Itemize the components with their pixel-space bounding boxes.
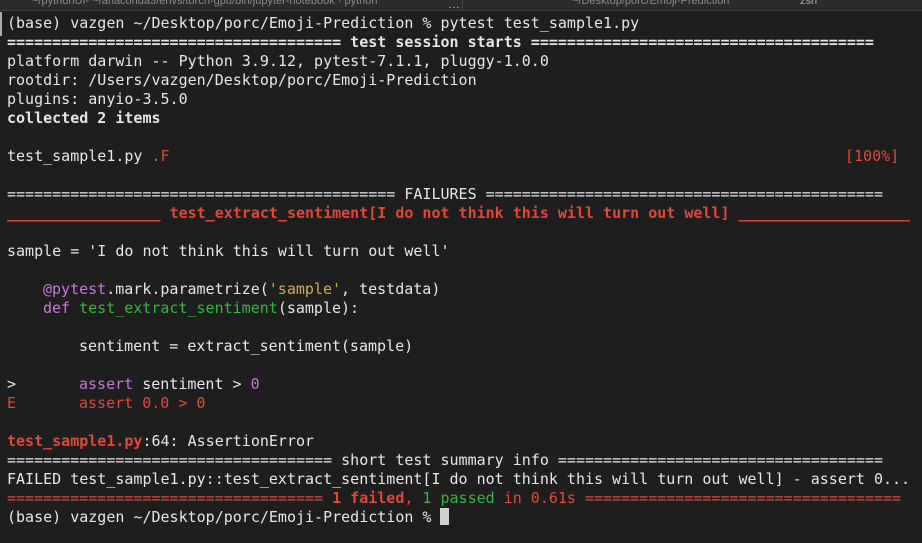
prompt: (base) vazgen ~/Desktop/porc/Emoji-Predi…	[7, 508, 441, 526]
separator: =====================================	[7, 33, 351, 51]
command: pytest test_sample1.py	[440, 14, 640, 32]
decorator-string: 'sample'	[268, 280, 342, 298]
assert-number: 0	[250, 375, 260, 393]
error-marker: E	[7, 394, 17, 412]
separator: ====================================	[548, 451, 883, 469]
tab-emoji-prediction[interactable]: ~/Desktop/porc/Emoji-Prediction	[572, 0, 772, 10]
separator: ===================================	[575, 489, 902, 507]
final-prompt-line[interactable]: (base) vazgen ~/Desktop/porc/Emoji-Predi…	[7, 508, 450, 527]
result-line: =================================== 1 fa…	[7, 489, 901, 508]
command-line: (base) vazgen ~/Desktop/porc/Emoji-Predi…	[7, 14, 639, 33]
sentiment-line: sentiment = extract_sentiment(sample)	[79, 337, 414, 355]
function-args: (sample):	[277, 299, 360, 317]
def-line: def test_extract_sentiment(sample):	[43, 299, 359, 318]
prompt: (base) vazgen ~/Desktop/porc/Emoji-Predi…	[7, 14, 441, 32]
progress-line: test_sample1.py .F	[7, 147, 170, 166]
separator: ====================================	[7, 451, 342, 469]
separator: ======================================	[521, 33, 874, 51]
assert-rest: sentiment >	[133, 375, 251, 393]
test-header: _________________ test_extract_sentiment…	[7, 204, 910, 223]
location-rest: :64: AssertionError	[142, 432, 315, 450]
text-cursor	[440, 508, 450, 525]
error-line: assert 0.0 > 0	[79, 394, 206, 412]
failures-header: ========================================…	[7, 185, 883, 203]
session-separator: ===================================== te…	[7, 33, 874, 52]
decorator-rest: .mark.parametrize(	[106, 280, 269, 298]
progress-percent: [100%]	[845, 147, 900, 165]
test-name: test_extract_sentiment[I do not think th…	[169, 204, 730, 222]
collected-line: collected 2 items	[7, 109, 161, 127]
assert-line: assert sentiment > 0	[79, 375, 260, 394]
assert-marker: >	[7, 375, 17, 393]
assert-keyword: assert	[79, 375, 134, 393]
test-file-name: test_sample1.py	[7, 147, 152, 165]
pane-edge-marker	[0, 12, 2, 36]
duration: in 0.61s	[494, 489, 576, 507]
more-tabs-icon[interactable]: …	[448, 0, 462, 10]
sample-line: sample = 'I do not think this will turn …	[7, 242, 450, 260]
tab-jupyter[interactable]: ~/pythonUI- ~/anaconda3/envs/torch-gpu/b…	[32, 0, 452, 10]
platform-line: platform darwin -- Python 3.9.12, pytest…	[7, 52, 549, 70]
tab-zsh[interactable]: zsh	[800, 0, 860, 10]
location-file: test_sample1.py	[7, 432, 143, 450]
separator: ===================================	[7, 489, 333, 507]
fail-mark: F	[160, 147, 170, 165]
separator: _________________	[7, 204, 170, 222]
session-title: test session starts	[350, 33, 522, 51]
pass-mark: .	[151, 147, 161, 165]
passed-count: 1 passed	[422, 489, 495, 507]
rootdir-line: rootdir: /Users/vazgen/Desktop/porc/Emoj…	[7, 71, 477, 89]
function-name: test_extract_sentiment	[79, 299, 278, 317]
decorator-end: , testdata)	[341, 280, 441, 298]
failed-summary-line: FAILED test_sample1.py::test_extract_sen…	[7, 470, 911, 488]
location-line: test_sample1.py:64: AssertionError	[7, 432, 314, 451]
terminal-output[interactable]: (base) vazgen ~/Desktop/porc/Emoji-Predi…	[0, 12, 922, 543]
comma: ,	[404, 489, 423, 507]
summary-title: short test summary info	[341, 451, 549, 469]
tab-bar: ~/pythonUI- ~/anaconda3/envs/torch-gpu/b…	[0, 0, 922, 11]
separator: ___________________	[729, 204, 911, 222]
decorator-at: @pytest	[43, 280, 107, 298]
plugins-line: plugins: anyio-3.5.0	[7, 90, 188, 108]
failed-count: 1 failed	[332, 489, 405, 507]
decorator-line: @pytest.mark.parametrize('sample', testd…	[43, 280, 440, 299]
summary-separator: ==================================== sho…	[7, 451, 883, 470]
def-keyword: def	[43, 299, 80, 317]
tab-divider	[462, 0, 463, 10]
